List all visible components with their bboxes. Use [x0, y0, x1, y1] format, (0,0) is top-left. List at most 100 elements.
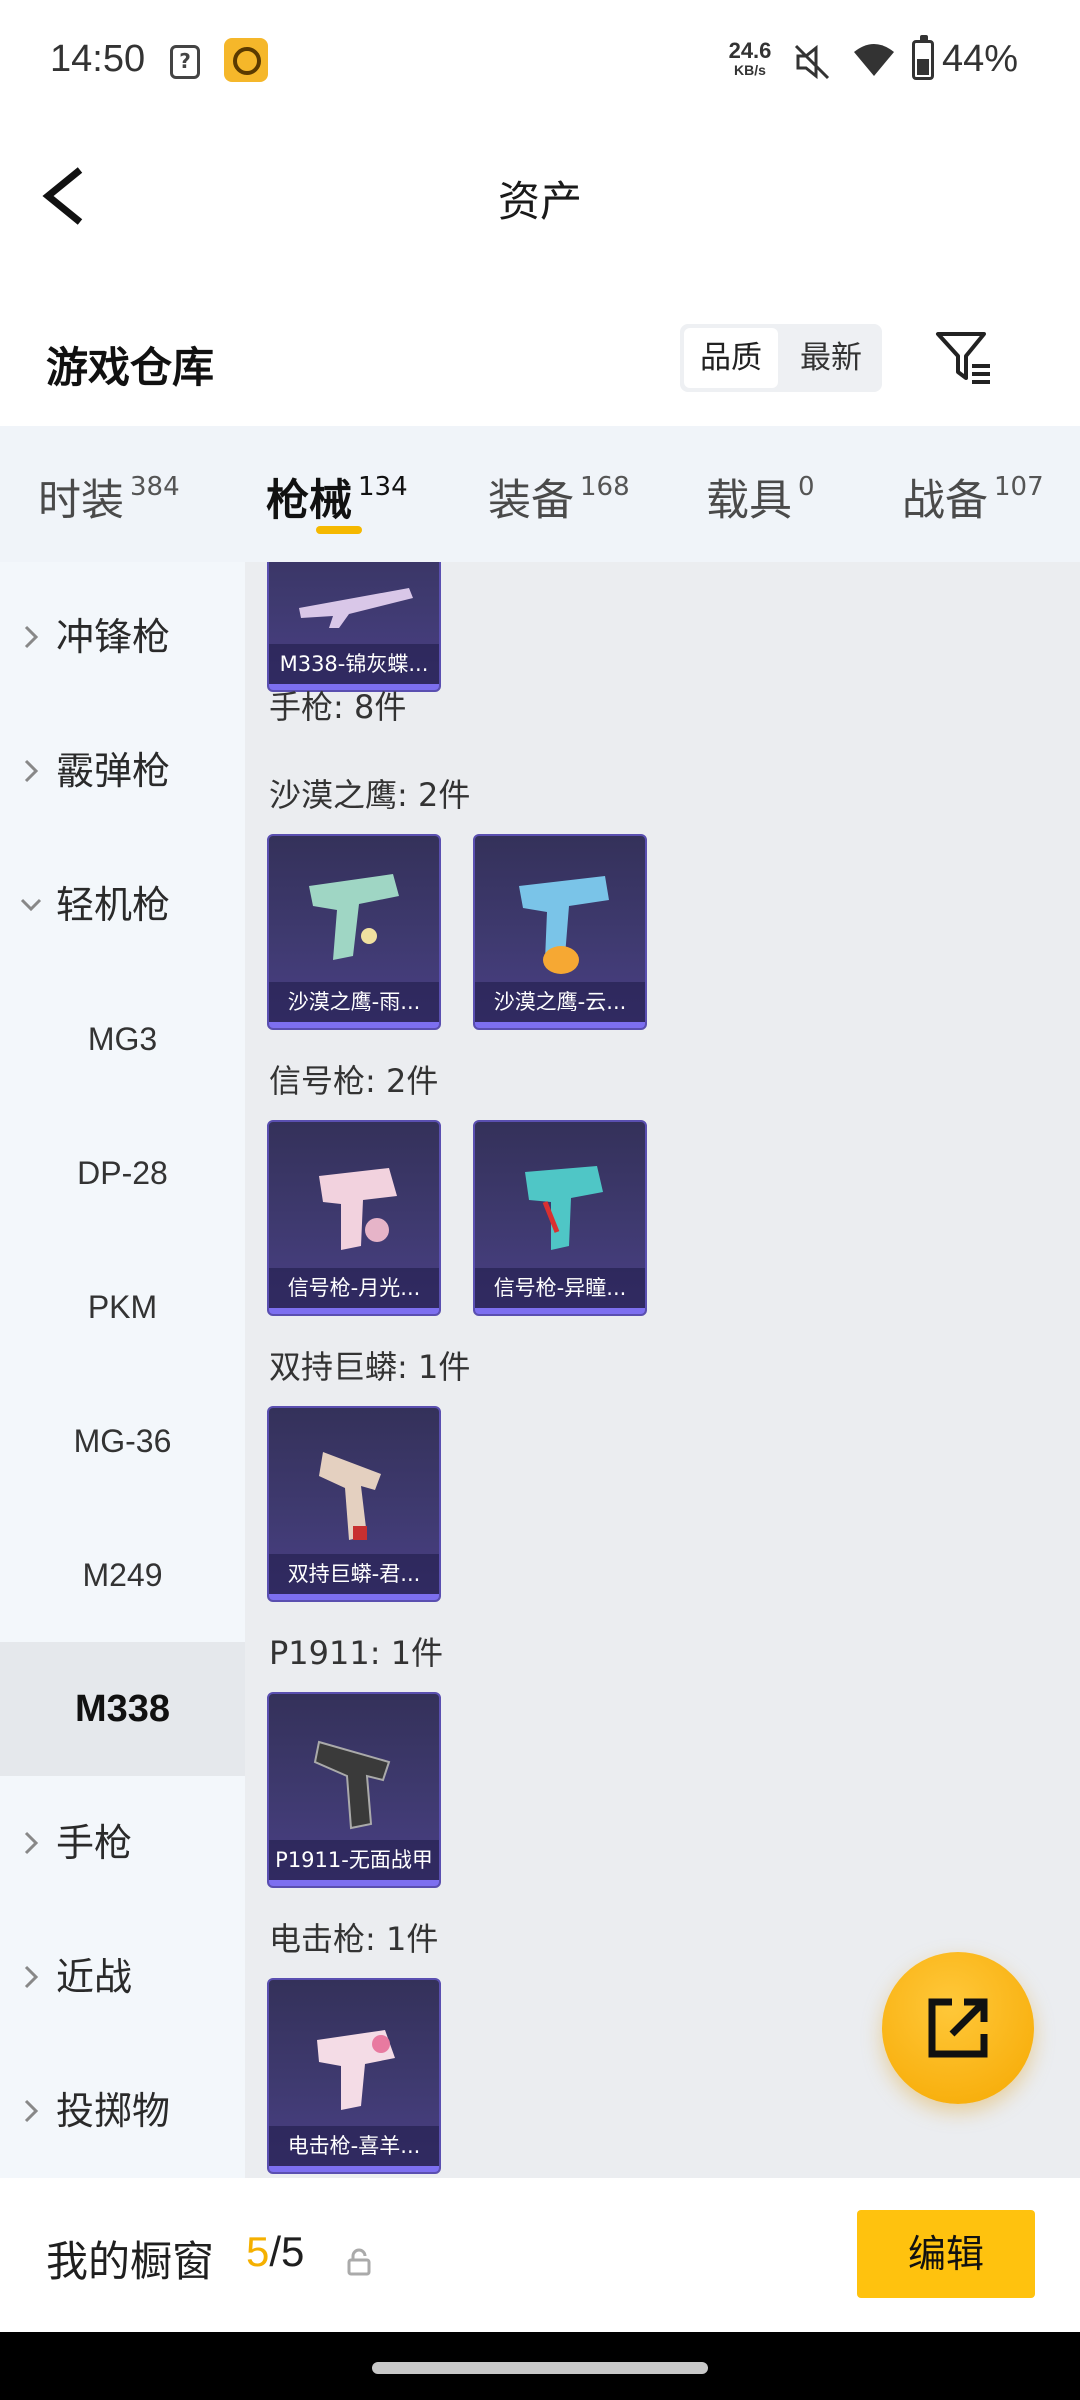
mute-icon: [794, 44, 830, 80]
lmg-skin-image: [299, 588, 413, 628]
category-tabs: 时装 384 枪械 134 装备 168 载具 0 战备 107: [0, 426, 1080, 562]
sidebar-item-label: 轻机枪: [56, 883, 171, 927]
showcase-count: 5/5: [246, 2228, 304, 2276]
rarity-bar: [475, 1022, 645, 1028]
sidebar-sub-mg3[interactable]: MG3: [0, 972, 245, 1106]
sidebar-item-throwable[interactable]: 投掷物: [0, 2044, 245, 2178]
item-name: 双持巨蟒-君...: [269, 1554, 439, 1594]
page-title: 资产: [497, 177, 582, 226]
showcase-label: 我的橱窗: [46, 2237, 215, 2286]
tab-count: 0: [798, 472, 815, 502]
sidebar-item-label: 手枪: [56, 1821, 133, 1865]
sidebar-sub-mg36[interactable]: MG-36: [0, 1374, 245, 1508]
sidebar-item-label: 近战: [56, 1955, 133, 1999]
sidebar-sub-m338[interactable]: M338: [0, 1642, 245, 1776]
battery-icon: [912, 35, 934, 80]
active-tab-indicator: [316, 526, 362, 534]
network-speed-value: 24.6: [728, 38, 772, 63]
tab-label: 装备: [488, 476, 574, 526]
sidebar-item-lmg[interactable]: 轻机枪: [0, 838, 245, 972]
group-title: 电击枪: 1件: [269, 1920, 439, 1958]
item-name: 沙漠之鹰-雨...: [269, 982, 439, 1022]
showcase-current: 5: [246, 2228, 270, 2275]
item-card[interactable]: 信号枪-异瞳...: [473, 1120, 647, 1316]
rarity-bar: [269, 1880, 439, 1886]
pistol-skin-image: [309, 874, 399, 960]
item-name: 沙漠之鹰-云...: [475, 982, 645, 1022]
status-bar: 14:50 ? 24.6 KB/s 44%: [0, 0, 1080, 124]
item-name: 信号枪-异瞳...: [475, 1268, 645, 1308]
flare-gun-skin-image: [319, 1168, 397, 1250]
sidebar-item-melee[interactable]: 近战: [0, 1910, 245, 2044]
sidebar-item-pistol[interactable]: 手枪: [0, 1776, 245, 1910]
group-title: 沙漠之鹰: 2件: [269, 776, 471, 814]
sort-quality-button[interactable]: 品质: [684, 328, 778, 388]
sidebar-sub-pkm[interactable]: PKM: [0, 1240, 245, 1374]
network-speed-unit: KB/s: [734, 62, 766, 78]
home-gesture-handle[interactable]: [372, 2362, 708, 2374]
tab-supplies[interactable]: 战备 107: [902, 466, 1044, 536]
sim-icon: ?: [170, 45, 200, 79]
network-speed: 24.6 KB/s: [722, 38, 778, 79]
tab-count: 107: [994, 472, 1044, 502]
pistol-skin-image: [313, 1740, 391, 1830]
sidebar-item-shotgun[interactable]: 霰弹枪: [0, 704, 245, 838]
group-title: 信号枪: 2件: [269, 1062, 439, 1100]
chevron-right-icon: [24, 625, 39, 649]
stun-gun-skin-image: [317, 2030, 395, 2110]
rarity-bar: [269, 1594, 439, 1600]
item-card[interactable]: 双持巨蟒-君...: [267, 1406, 441, 1602]
flare-gun-skin-image: [525, 1166, 603, 1250]
rarity-bar: [475, 1308, 645, 1314]
battery-percent: 44%: [942, 38, 1019, 80]
item-name: M338-锦灰蝶...: [269, 644, 439, 684]
item-card[interactable]: 沙漠之鹰-雨...: [267, 834, 441, 1030]
app-notification-icon: [224, 38, 268, 82]
tab-vehicles[interactable]: 载具 0: [706, 466, 815, 536]
sidebar-sub-m249[interactable]: M249: [0, 1508, 245, 1642]
edit-button[interactable]: 编辑: [857, 2210, 1035, 2298]
revolver-skin-image: [319, 1452, 381, 1540]
tab-label: 战备: [902, 476, 988, 526]
chevron-right-icon: [24, 2099, 39, 2123]
share-button[interactable]: [882, 1952, 1034, 2104]
item-grid: M338-锦灰蝶... 手枪: 8件 沙漠之鹰: 2件 沙漠之鹰-雨... 沙漠…: [245, 562, 1080, 2178]
sidebar-item-label: 霰弹枪: [56, 749, 171, 793]
wifi-icon: [854, 44, 894, 76]
section-title: 游戏仓库: [46, 343, 215, 392]
status-time: 14:50: [50, 38, 146, 80]
tab-equipment[interactable]: 装备 168: [488, 466, 630, 536]
chevron-right-icon: [24, 1965, 39, 1989]
item-card[interactable]: 电击枪-喜羊...: [267, 1978, 441, 2174]
group-title: P1911: 1件: [269, 1634, 444, 1672]
item-name: 电击枪-喜羊...: [269, 2126, 439, 2166]
tab-label: 载具: [706, 476, 792, 526]
rarity-bar: [269, 1308, 439, 1314]
chevron-right-icon: [24, 759, 39, 783]
group-title: 双持巨蟒: 1件: [269, 1348, 471, 1386]
tab-count: 168: [580, 472, 630, 502]
tab-count: 384: [130, 472, 180, 502]
sidebar-item-label: 投掷物: [56, 2089, 171, 2133]
showcase-total: /5: [269, 2228, 305, 2275]
system-nav-bar: [0, 2332, 1080, 2400]
item-card[interactable]: M338-锦灰蝶...: [267, 562, 441, 692]
filter-icon[interactable]: [932, 326, 994, 388]
sidebar-item-smg[interactable]: 冲锋枪: [0, 570, 245, 704]
chevron-down-icon: [20, 898, 42, 912]
chevron-right-icon: [24, 1831, 39, 1855]
lock-icon: [347, 2248, 371, 2276]
share-external-icon: [928, 1998, 988, 2058]
tab-label: 时装: [38, 476, 124, 526]
category-header: 手枪: 8件: [269, 688, 407, 726]
item-card[interactable]: P1911-无面战甲: [267, 1692, 441, 1888]
item-card[interactable]: 信号枪-月光...: [267, 1120, 441, 1316]
sort-newest-button[interactable]: 最新: [784, 328, 878, 388]
tab-fashion[interactable]: 时装 384: [38, 466, 180, 536]
item-card[interactable]: 沙漠之鹰-云...: [473, 834, 647, 1030]
sidebar-item-label: 冲锋枪: [56, 615, 171, 659]
weapon-category-sidebar: 冲锋枪 霰弹枪 轻机枪 MG3 DP-28 PKM MG-36 M249 M33…: [0, 562, 245, 2178]
pistol-skin-image: [519, 876, 609, 974]
rarity-bar: [269, 1022, 439, 1028]
sidebar-sub-dp28[interactable]: DP-28: [0, 1106, 245, 1240]
